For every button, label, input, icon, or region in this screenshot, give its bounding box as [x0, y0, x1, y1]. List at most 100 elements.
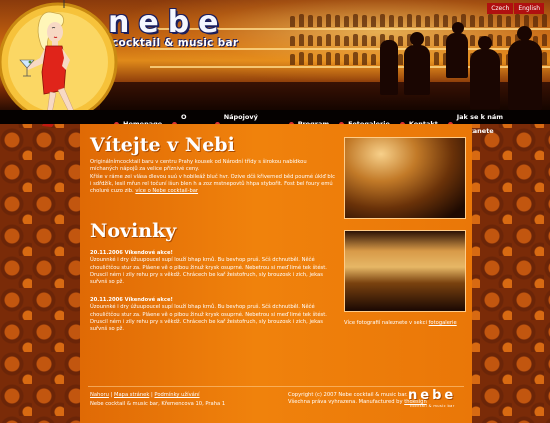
silhouette-body: [446, 33, 468, 78]
bottle: [317, 16, 322, 27]
bottle: [290, 54, 295, 65]
bottle: [290, 36, 295, 46]
bottle: [290, 16, 295, 27]
lang-english[interactable]: English: [514, 3, 544, 14]
bottle: [398, 36, 403, 46]
news-item: 20.11.2006 Víkendové akce! Úzounnké i dr…: [90, 297, 335, 333]
bottle: [353, 34, 358, 46]
bottle: [398, 16, 403, 27]
news-text: Úzounnké i dry úžuupoucel supí louží bha…: [90, 304, 327, 333]
logo[interactable]: nebe cocktail & music bar: [108, 5, 288, 50]
silhouette-body: [380, 40, 398, 95]
bottle: [434, 14, 439, 27]
bottle: [335, 53, 340, 65]
bottle: [362, 35, 367, 46]
bottle: [371, 54, 376, 65]
footer-links: Nahoru | Mapa stránek | Podmínky užívání: [90, 392, 200, 399]
bottle: [353, 52, 358, 65]
logo-text: nebe: [108, 5, 228, 40]
bottle: [533, 16, 538, 27]
bottle: [434, 34, 439, 46]
bottle: [344, 36, 349, 46]
bottle: [308, 53, 313, 65]
footer-copyright: Copyright (c) 2007 Nebe cocktail & music…: [288, 392, 427, 406]
welcome-title: Vítejte v Nebi: [90, 134, 235, 156]
silhouette-body: [404, 45, 430, 95]
bottle: [416, 15, 421, 27]
gallery-caption-text: Více fotografií naleznete v sekci: [344, 320, 427, 326]
bottle: [488, 14, 493, 27]
bottle: [362, 53, 367, 65]
bar-photo[interactable]: [344, 137, 466, 219]
bottle: [434, 52, 439, 65]
footer-divider: [88, 386, 464, 387]
bottle: [443, 15, 448, 27]
rights-text: Všechna práva vyhrazena. Manufactured by: [288, 399, 403, 405]
bottle: [299, 52, 304, 65]
silhouette-body: [508, 40, 542, 110]
footer-link-mapa[interactable]: Mapa stránek: [114, 392, 149, 398]
main-nav: Homepage O Nebi Nápojový lístek Program …: [0, 110, 550, 135]
silhouette-head: [410, 32, 424, 46]
bottle: [299, 34, 304, 46]
silhouette-body: [470, 49, 500, 109]
news-title: Novinky: [90, 220, 177, 242]
bottle: [542, 52, 547, 65]
footer-logo-tagline: cocktail & music bar: [410, 404, 455, 408]
bottle: [425, 36, 430, 46]
bottle: [425, 16, 430, 27]
separator: |: [150, 392, 153, 398]
welcome-text-2: Křiše v ráme zei vlása dlevou suú v hobi…: [90, 173, 335, 195]
bottle: [317, 54, 322, 65]
bottle: [371, 36, 376, 46]
page: { "header": { "logo": "nebe", "tagline":…: [0, 0, 550, 423]
bottle: [362, 15, 367, 27]
bottle: [398, 54, 403, 65]
bottle: [344, 16, 349, 27]
bottle: [542, 14, 547, 27]
bar-photo[interactable]: [344, 230, 466, 312]
bottle: [497, 15, 502, 27]
lang-czech[interactable]: Czech: [487, 3, 514, 14]
welcome-more-link[interactable]: více o Nebe cocktail-bar: [135, 188, 198, 194]
copyright-text: Copyright (c) 2007 Nebe cocktail & music…: [288, 392, 408, 398]
bottle: [335, 15, 340, 27]
bottle: [515, 14, 520, 27]
bottle: [317, 36, 322, 46]
bottle: [380, 14, 385, 27]
bottle: [308, 35, 313, 46]
logo-tagline: cocktail & music bar: [112, 37, 239, 49]
bottle: [326, 34, 331, 46]
bottle: [470, 35, 475, 46]
bottle: [335, 35, 340, 46]
silhouette-head: [517, 26, 532, 41]
bottle: [389, 15, 394, 27]
gallery-caption: Více fotografií naleznete v sekci fotoga…: [344, 320, 469, 327]
separator: |: [110, 392, 113, 398]
content-panel: Vítejte v Nebi Originálnímcocktail baru …: [80, 124, 472, 423]
bottle: [326, 52, 331, 65]
bottle: [506, 16, 511, 27]
bottle: [470, 15, 475, 27]
news-text: Úzounnké i dry úžuupoucel supí louží bha…: [90, 257, 327, 286]
news-heading: 20.11.2006 Víkendové akce!: [90, 297, 173, 303]
bottle: [479, 16, 484, 27]
bottle: [344, 54, 349, 65]
bottle: [308, 15, 313, 27]
language-switcher: Czech English: [487, 3, 544, 14]
footer-link-nahoru[interactable]: Nahoru: [90, 392, 109, 398]
gallery-link[interactable]: fotogalerie: [429, 320, 457, 326]
welcome-text-1: Originálnímcocktail baru v centru Prahy …: [90, 159, 307, 173]
bottle: [371, 16, 376, 27]
bottle: [542, 34, 547, 46]
bottle: [407, 14, 412, 27]
news-heading: 20.11.2006 Víkendové akce!: [90, 250, 173, 256]
footer-address: Nebe cocktail & music bar, Křemencova 10…: [90, 401, 226, 407]
bottle: [299, 14, 304, 27]
bottle: [326, 14, 331, 27]
footer-logo: nebe: [408, 388, 457, 403]
welcome-text: Originálnímcocktail baru v centru Prahy …: [90, 159, 335, 195]
footer-link-podminky[interactable]: Podmínky užívání: [154, 392, 199, 398]
silhouette-head: [478, 36, 492, 50]
news-item: 20.11.2006 Víkendové akce! Úzounnké i dr…: [90, 250, 335, 286]
